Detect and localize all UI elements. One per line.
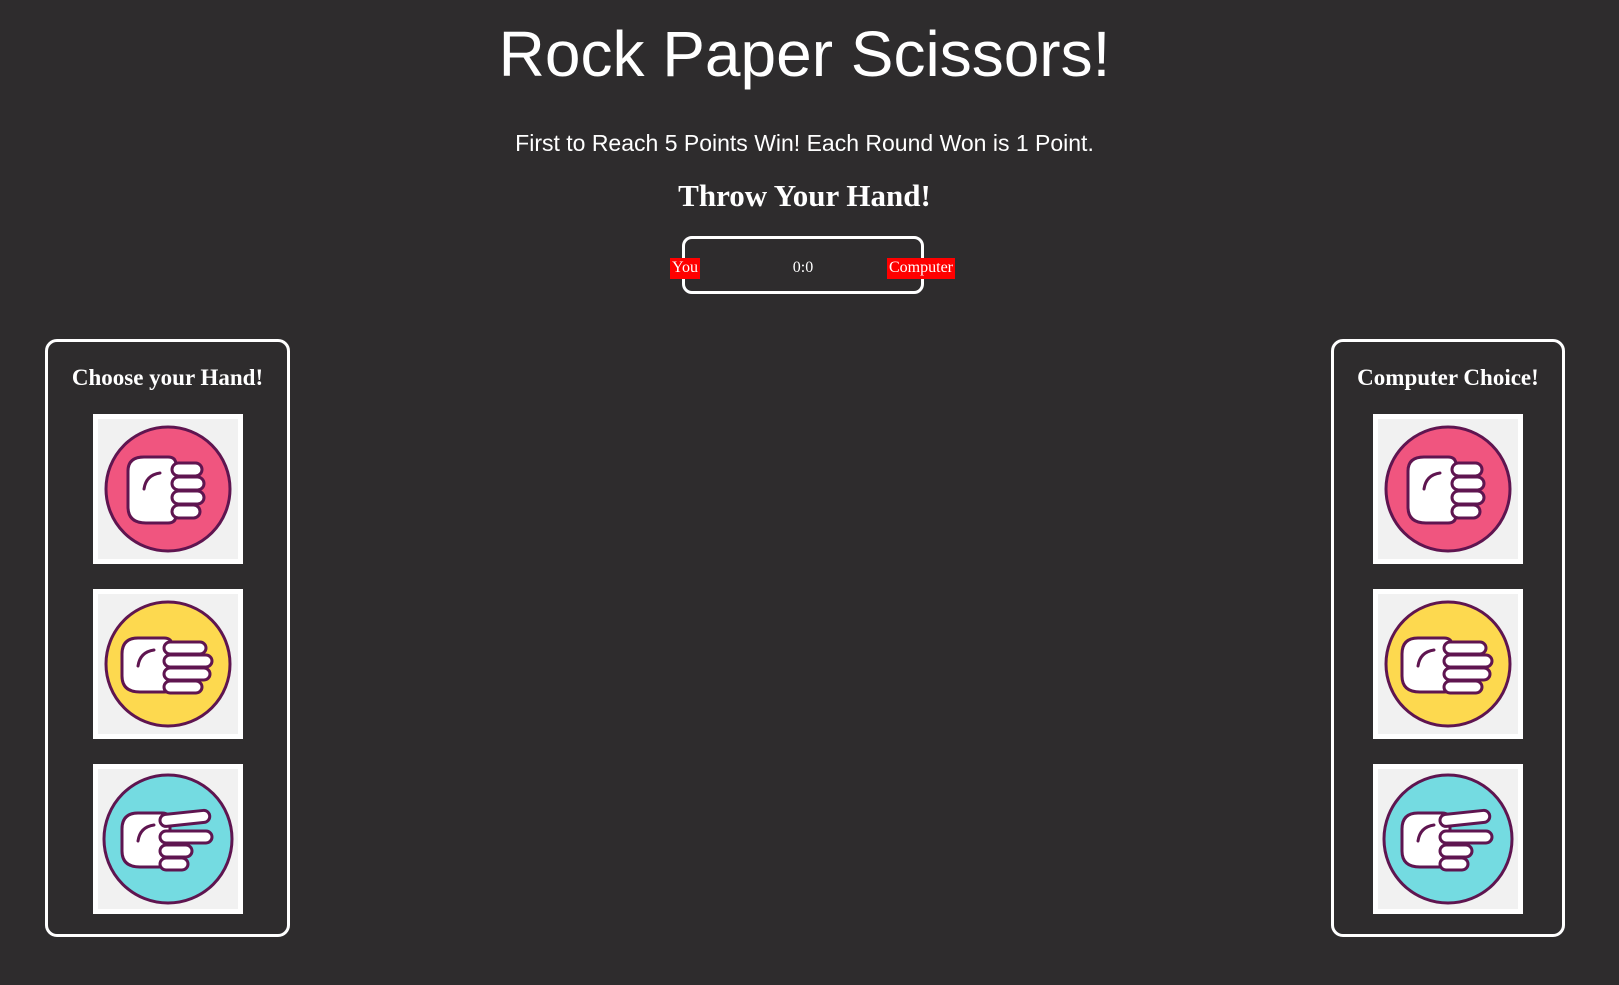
computer-hand-panel: Computer Choice! [1331, 339, 1565, 937]
rules-text: First to Reach 5 Points Win! Each Round … [515, 130, 1094, 156]
rock-icon [1384, 425, 1512, 553]
throw-heading: Throw Your Hand! [678, 178, 931, 213]
player-score-label: You [670, 258, 700, 279]
computer-paper-card [1373, 589, 1523, 739]
computer-scissors-card [1373, 764, 1523, 914]
scissors-button[interactable] [93, 764, 243, 914]
paper-button[interactable] [93, 589, 243, 739]
rock-icon [104, 425, 232, 553]
player-hand-panel: Choose your Hand! [45, 339, 290, 937]
scissors-icon [1382, 773, 1514, 905]
computer-rock-card [1373, 414, 1523, 564]
scissors-icon [102, 773, 234, 905]
score-display: 0:0 [792, 259, 814, 276]
computer-score-label: Computer [887, 258, 955, 279]
player-panel-title: Choose your Hand! [71, 365, 264, 390]
paper-icon [1384, 600, 1512, 728]
computer-panel-title: Computer Choice! [1357, 365, 1539, 390]
page-title: Rock Paper Scissors! [498, 18, 1111, 90]
rock-button[interactable] [93, 414, 243, 564]
paper-icon [104, 600, 232, 728]
